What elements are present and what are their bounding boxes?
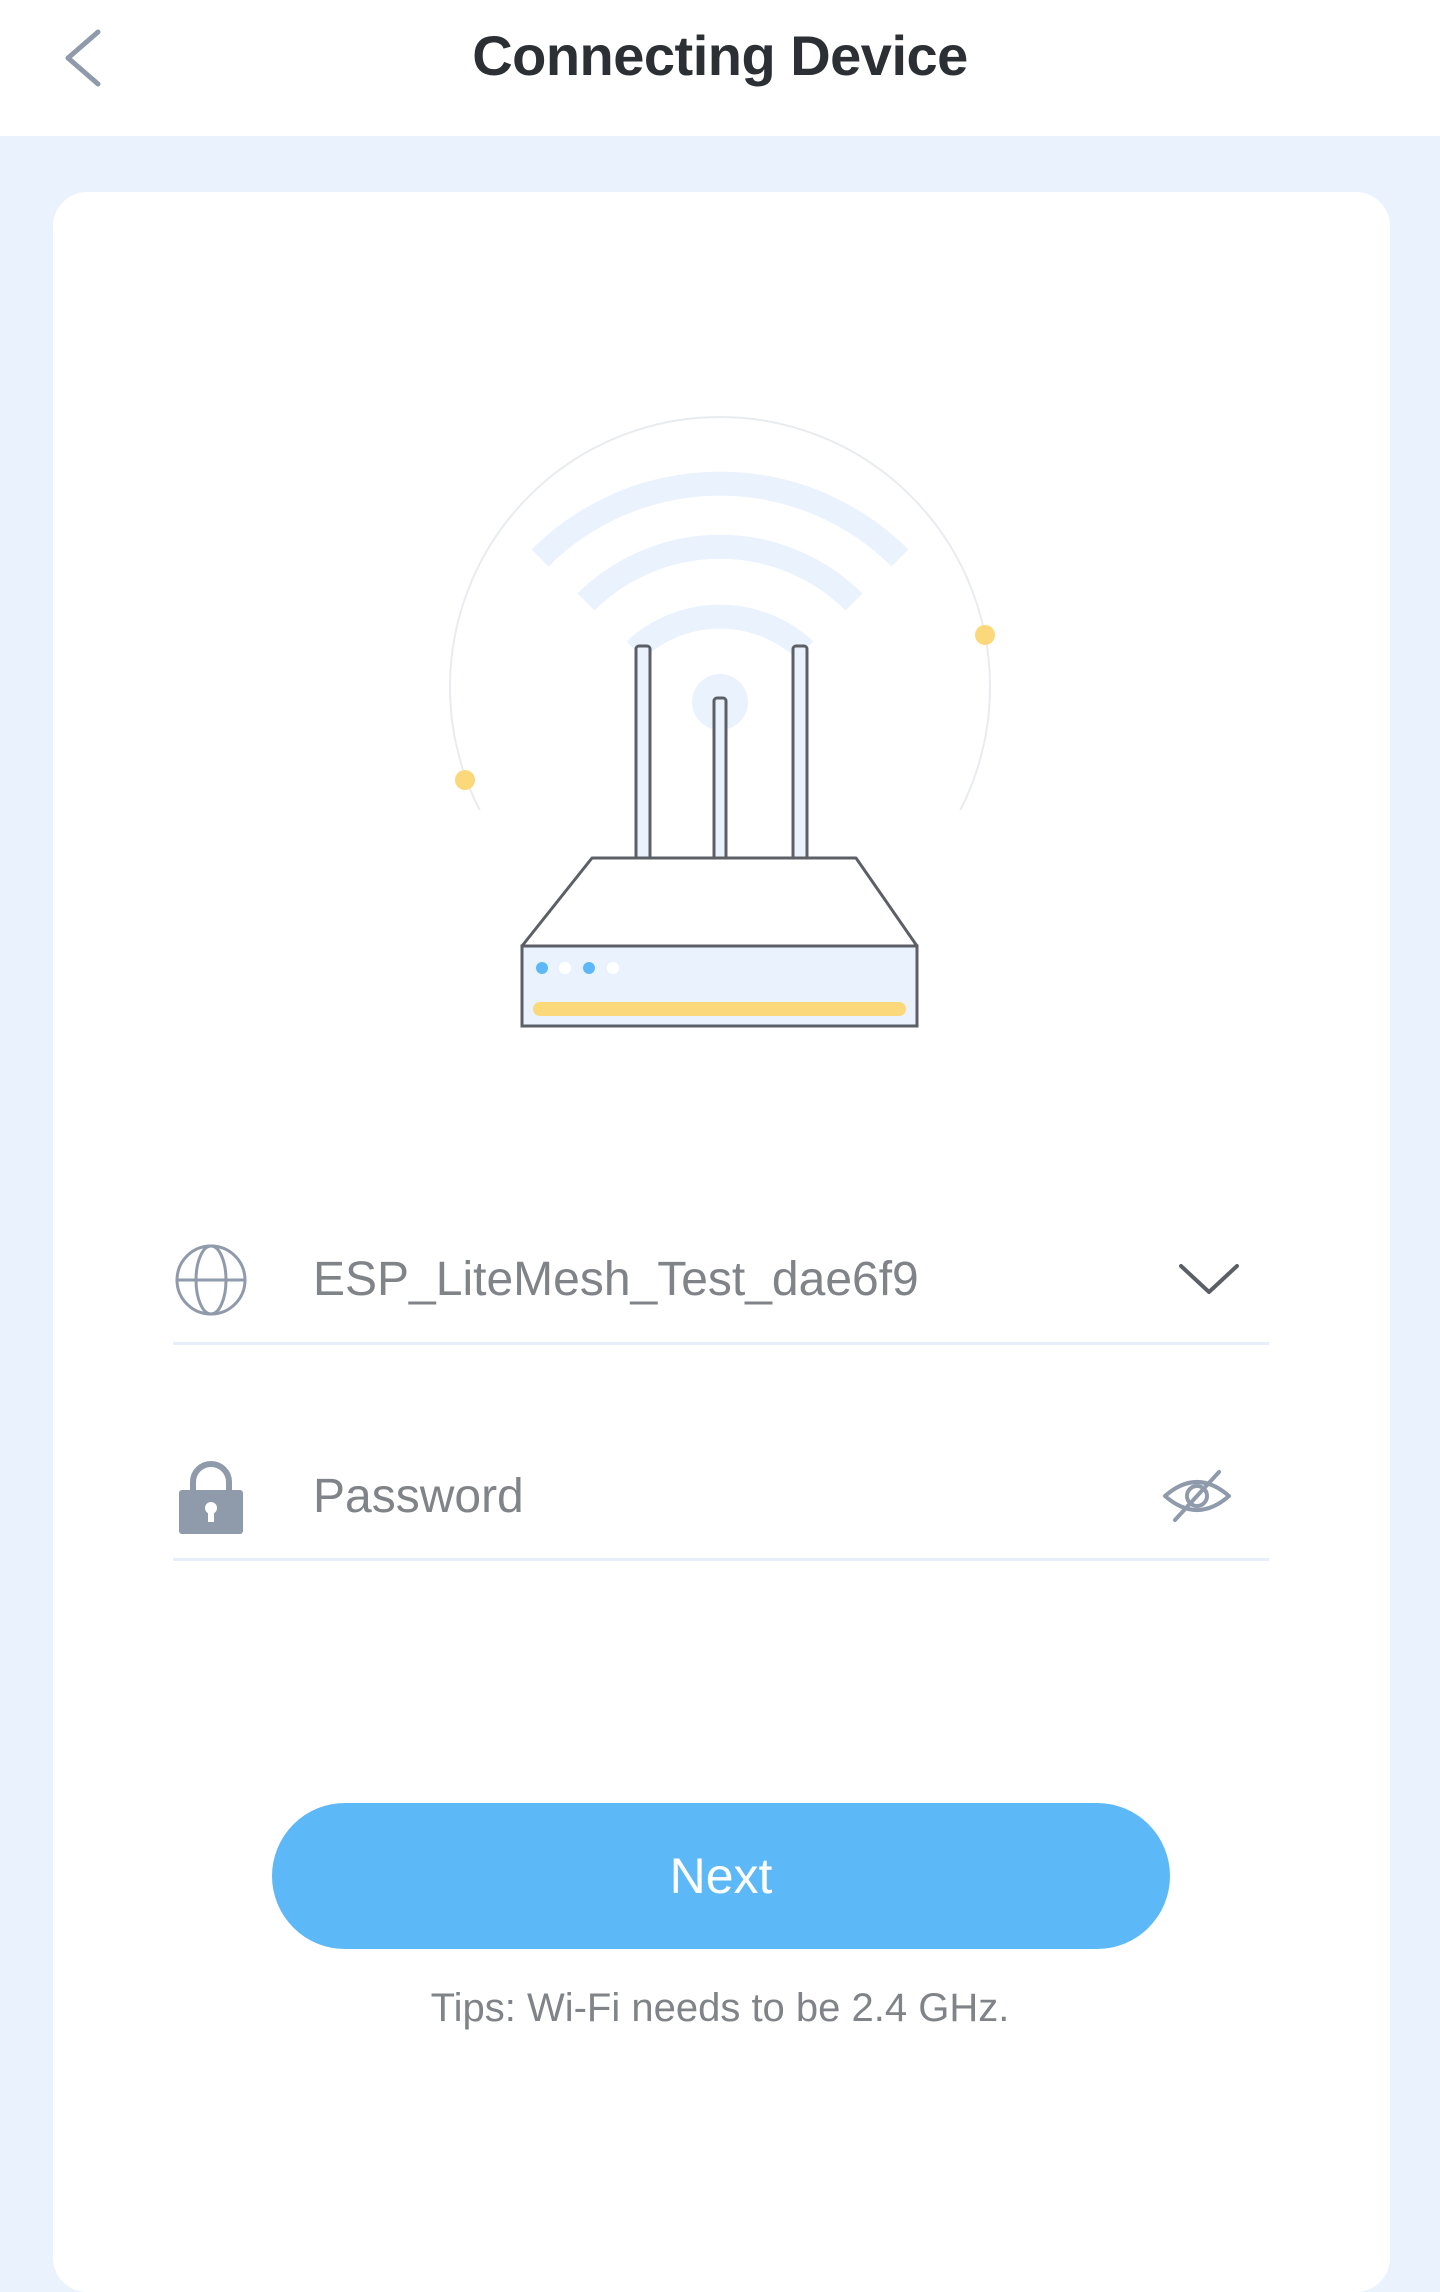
globe-icon: [175, 1244, 247, 1316]
router-icon: [420, 644, 1020, 1050]
wifi-network-name: ESP_LiteMesh_Test_dae6f9: [313, 1253, 919, 1306]
password-field[interactable]: [173, 1438, 1269, 1561]
tips-text: Tips: Wi-Fi needs to be 2.4 GHz.: [430, 1986, 1010, 2030]
wifi-network-select[interactable]: ESP_LiteMesh_Test_dae6f9: [173, 1222, 1269, 1345]
toggle-password-visibility-button[interactable]: [1161, 1466, 1233, 1526]
lock-icon: [179, 1461, 243, 1534]
chevron-down-icon: [1179, 1264, 1239, 1294]
orbit-dot-left: [455, 770, 475, 790]
router-illustration: [420, 416, 1020, 1050]
orbit-dot-right: [975, 625, 995, 645]
page-title: Connecting Device: [472, 24, 968, 87]
wifi-signal-icon: [531, 471, 909, 730]
network-dropdown-button[interactable]: [1177, 1250, 1241, 1310]
eye-off-icon: [1163, 1470, 1231, 1522]
top-bar: Connecting Device: [0, 0, 1440, 136]
next-button[interactable]: Next: [272, 1803, 1170, 1949]
password-input[interactable]: [313, 1456, 1093, 1536]
